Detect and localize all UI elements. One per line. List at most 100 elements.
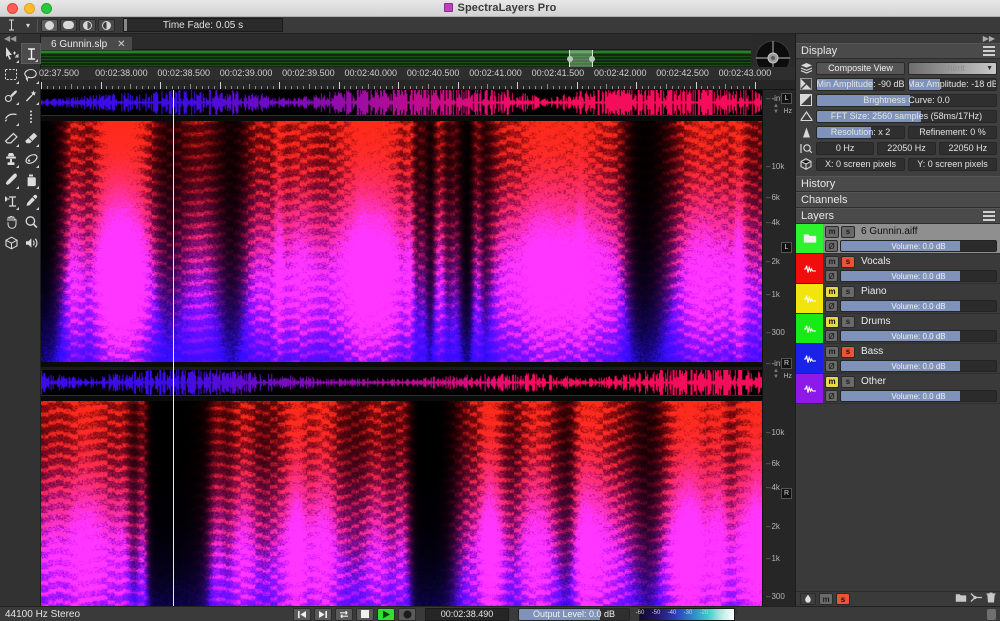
layer-phase-button[interactable]: Ø (825, 270, 838, 282)
layer-mute-button[interactable]: m (825, 285, 839, 298)
fft-size-field[interactable]: FFT Size: 2560 samples (58ms/17Hz) (816, 109, 997, 123)
layer-row[interactable]: ms 6 Gunnin.aiff Ø Volume: 0.0 dB (796, 224, 1000, 254)
go-to-start-button[interactable] (293, 607, 311, 621)
amp-scroll-down-icon-bottom[interactable]: ▼ (767, 374, 785, 380)
panel-header-history[interactable]: History (796, 176, 1000, 192)
transform-text-tool[interactable] (1, 190, 21, 211)
magic-wand-tool[interactable] (21, 85, 41, 106)
layer-color-swatch[interactable] (796, 374, 823, 403)
layer-solo-button[interactable]: s (841, 345, 855, 358)
layer-volume-slider[interactable]: Volume: 0.0 dB (840, 390, 997, 402)
freq-high-field[interactable]: 22050 Hz (938, 141, 997, 155)
layer-phase-button[interactable]: Ø (825, 240, 838, 252)
refinement-field[interactable]: Refinement: 0 % (908, 125, 997, 139)
frequency-axis[interactable]: -inf L ▲ ▼ Hz 10k 6k 4k L 2k 1k 300 -inf… (762, 90, 795, 606)
layer-color-swatch[interactable] (796, 254, 823, 283)
heal-eraser-tool[interactable] (21, 127, 41, 148)
audition-speaker-tool[interactable] (21, 232, 41, 253)
dotted-line-tool[interactable] (21, 106, 41, 127)
patch-tool[interactable] (21, 148, 41, 169)
dock-collapse-arrows[interactable]: ▶▶ (796, 34, 1000, 43)
chevron-down-icon[interactable]: ▼ (986, 65, 993, 72)
layer-row[interactable]: m s Vocals Ø Volume: 0.0 dB (796, 254, 1000, 284)
record-button[interactable] (398, 607, 416, 621)
layer-mute-button[interactable]: m (825, 255, 839, 268)
shape-half-right-button[interactable] (98, 18, 115, 32)
time-fade-field[interactable]: Time Fade: 0.05 s (123, 18, 283, 32)
layer-volume-slider[interactable]: Volume: 0.0 dB (840, 360, 997, 372)
timeline-ruler[interactable]: 02:37.500 00:02:38.000 00:02:38.500 00:02:3… (39, 67, 795, 90)
layer-solo-button[interactable]: s (841, 285, 855, 298)
layer-mute-button[interactable]: m (825, 315, 839, 328)
output-level-slider[interactable]: Output Level: 0.0 dB (518, 607, 630, 621)
layer-phase-button[interactable]: Ø (825, 390, 838, 402)
spectrogram-left-channel[interactable] (41, 121, 795, 362)
layer-phase-button[interactable]: Ø (825, 360, 838, 372)
waveform-strip-left[interactable] (41, 90, 795, 116)
loop-button[interactable] (335, 607, 353, 621)
go-to-end-button[interactable] (314, 607, 332, 621)
smudge-tool[interactable] (1, 169, 21, 190)
frequency-curve-tool[interactable] (1, 106, 21, 127)
close-icon[interactable]: ✕ (117, 39, 125, 50)
max-amplitude-field[interactable]: Max Amplitude: -18 dB (908, 77, 997, 91)
mute-all-button[interactable]: m (819, 593, 833, 605)
layer-row[interactable]: m s Drums Ø Volume: 0.0 dB (796, 314, 1000, 344)
overview-handle-right[interactable] (589, 56, 595, 62)
panel-header-display[interactable]: Display (796, 43, 1000, 59)
solo-all-button[interactable]: s (836, 593, 850, 605)
channel-chip-left[interactable]: L (781, 242, 792, 253)
brightness-curve-field[interactable]: Brightness Curve: 0.0 (816, 93, 997, 107)
shape-wide-button[interactable] (60, 18, 77, 32)
layer-color-swatch[interactable] (796, 284, 823, 313)
freq-low-field[interactable]: 0 Hz (816, 141, 875, 155)
layers-panel-menu-icon[interactable] (983, 211, 995, 221)
layer-solo-button[interactable]: s (841, 255, 855, 268)
min-amplitude-field[interactable]: Min Amplitude: -90 dB (816, 77, 905, 91)
layer-mute-button[interactable]: m (825, 345, 839, 358)
y-pixels-field[interactable]: Y: 0 screen pixels (908, 157, 997, 171)
layer-row[interactable]: m s Piano Ø Volume: 0.0 dB (796, 284, 1000, 314)
tool-preset-caret[interactable]: ▾ (22, 18, 34, 33)
amp-scroll-down-icon[interactable]: ▼ (767, 109, 785, 115)
project-overview-strip[interactable] (41, 50, 795, 67)
play-button[interactable] (377, 607, 395, 621)
stop-button[interactable] (356, 607, 374, 621)
layer-mute-button[interactable]: m (825, 375, 839, 388)
layer-row[interactable]: m s Other Ø Volume: 0.0 dB (796, 374, 1000, 404)
panel-header-channels[interactable]: Channels (796, 192, 1000, 208)
magic-brush-tool[interactable] (1, 85, 21, 106)
palette-collapse-arrows[interactable]: ◀◀ (0, 34, 40, 43)
eyedropper-tool[interactable] (21, 190, 41, 211)
hand-tool[interactable] (1, 211, 21, 232)
layer-solo-button[interactable]: s (841, 225, 855, 238)
overview-handle-left[interactable] (567, 56, 573, 62)
panel-header-layers[interactable]: Layers (796, 208, 1000, 224)
freq-mid-field[interactable]: 22050 Hz (877, 141, 936, 155)
layer-color-swatch[interactable] (796, 314, 823, 343)
rectangular-marquee-tool[interactable] (1, 64, 21, 85)
droplet-icon[interactable] (800, 593, 816, 605)
layer-phase-button[interactable]: Ø (825, 300, 838, 312)
spectrogram-right-channel[interactable] (41, 401, 795, 606)
layer-volume-slider[interactable]: Volume: 0.0 dB (840, 330, 997, 342)
layer-solo-button[interactable]: s (841, 375, 855, 388)
layer-row[interactable]: m s Bass Ø Volume: 0.0 dB (796, 344, 1000, 374)
eraser-tool[interactable] (1, 127, 21, 148)
x-pixels-field[interactable]: X: 0 screen pixels (816, 157, 905, 171)
spectral-editor[interactable] (41, 90, 795, 606)
layer-phase-button[interactable]: Ø (825, 330, 838, 342)
3d-view-tool[interactable] (1, 232, 21, 253)
clone-stamp-tool[interactable] (1, 148, 21, 169)
status-scroll-thumb[interactable] (987, 608, 996, 620)
layer-volume-slider[interactable]: Volume: 0.0 dB (840, 240, 997, 252)
current-time-field[interactable]: 00:02:38.490 (425, 607, 509, 621)
spray-tool[interactable] (21, 169, 41, 190)
shape-round-button[interactable] (41, 18, 58, 32)
layer-color-swatch[interactable] (796, 224, 823, 253)
zoom-tool[interactable] (21, 211, 41, 232)
composite-view-button[interactable]: Composite View (816, 61, 905, 75)
layer-volume-slider[interactable]: Volume: 0.0 dB (840, 270, 997, 282)
layer-volume-slider[interactable]: Volume: 0.0 dB (840, 300, 997, 312)
waveform-strip-right[interactable] (41, 370, 795, 396)
